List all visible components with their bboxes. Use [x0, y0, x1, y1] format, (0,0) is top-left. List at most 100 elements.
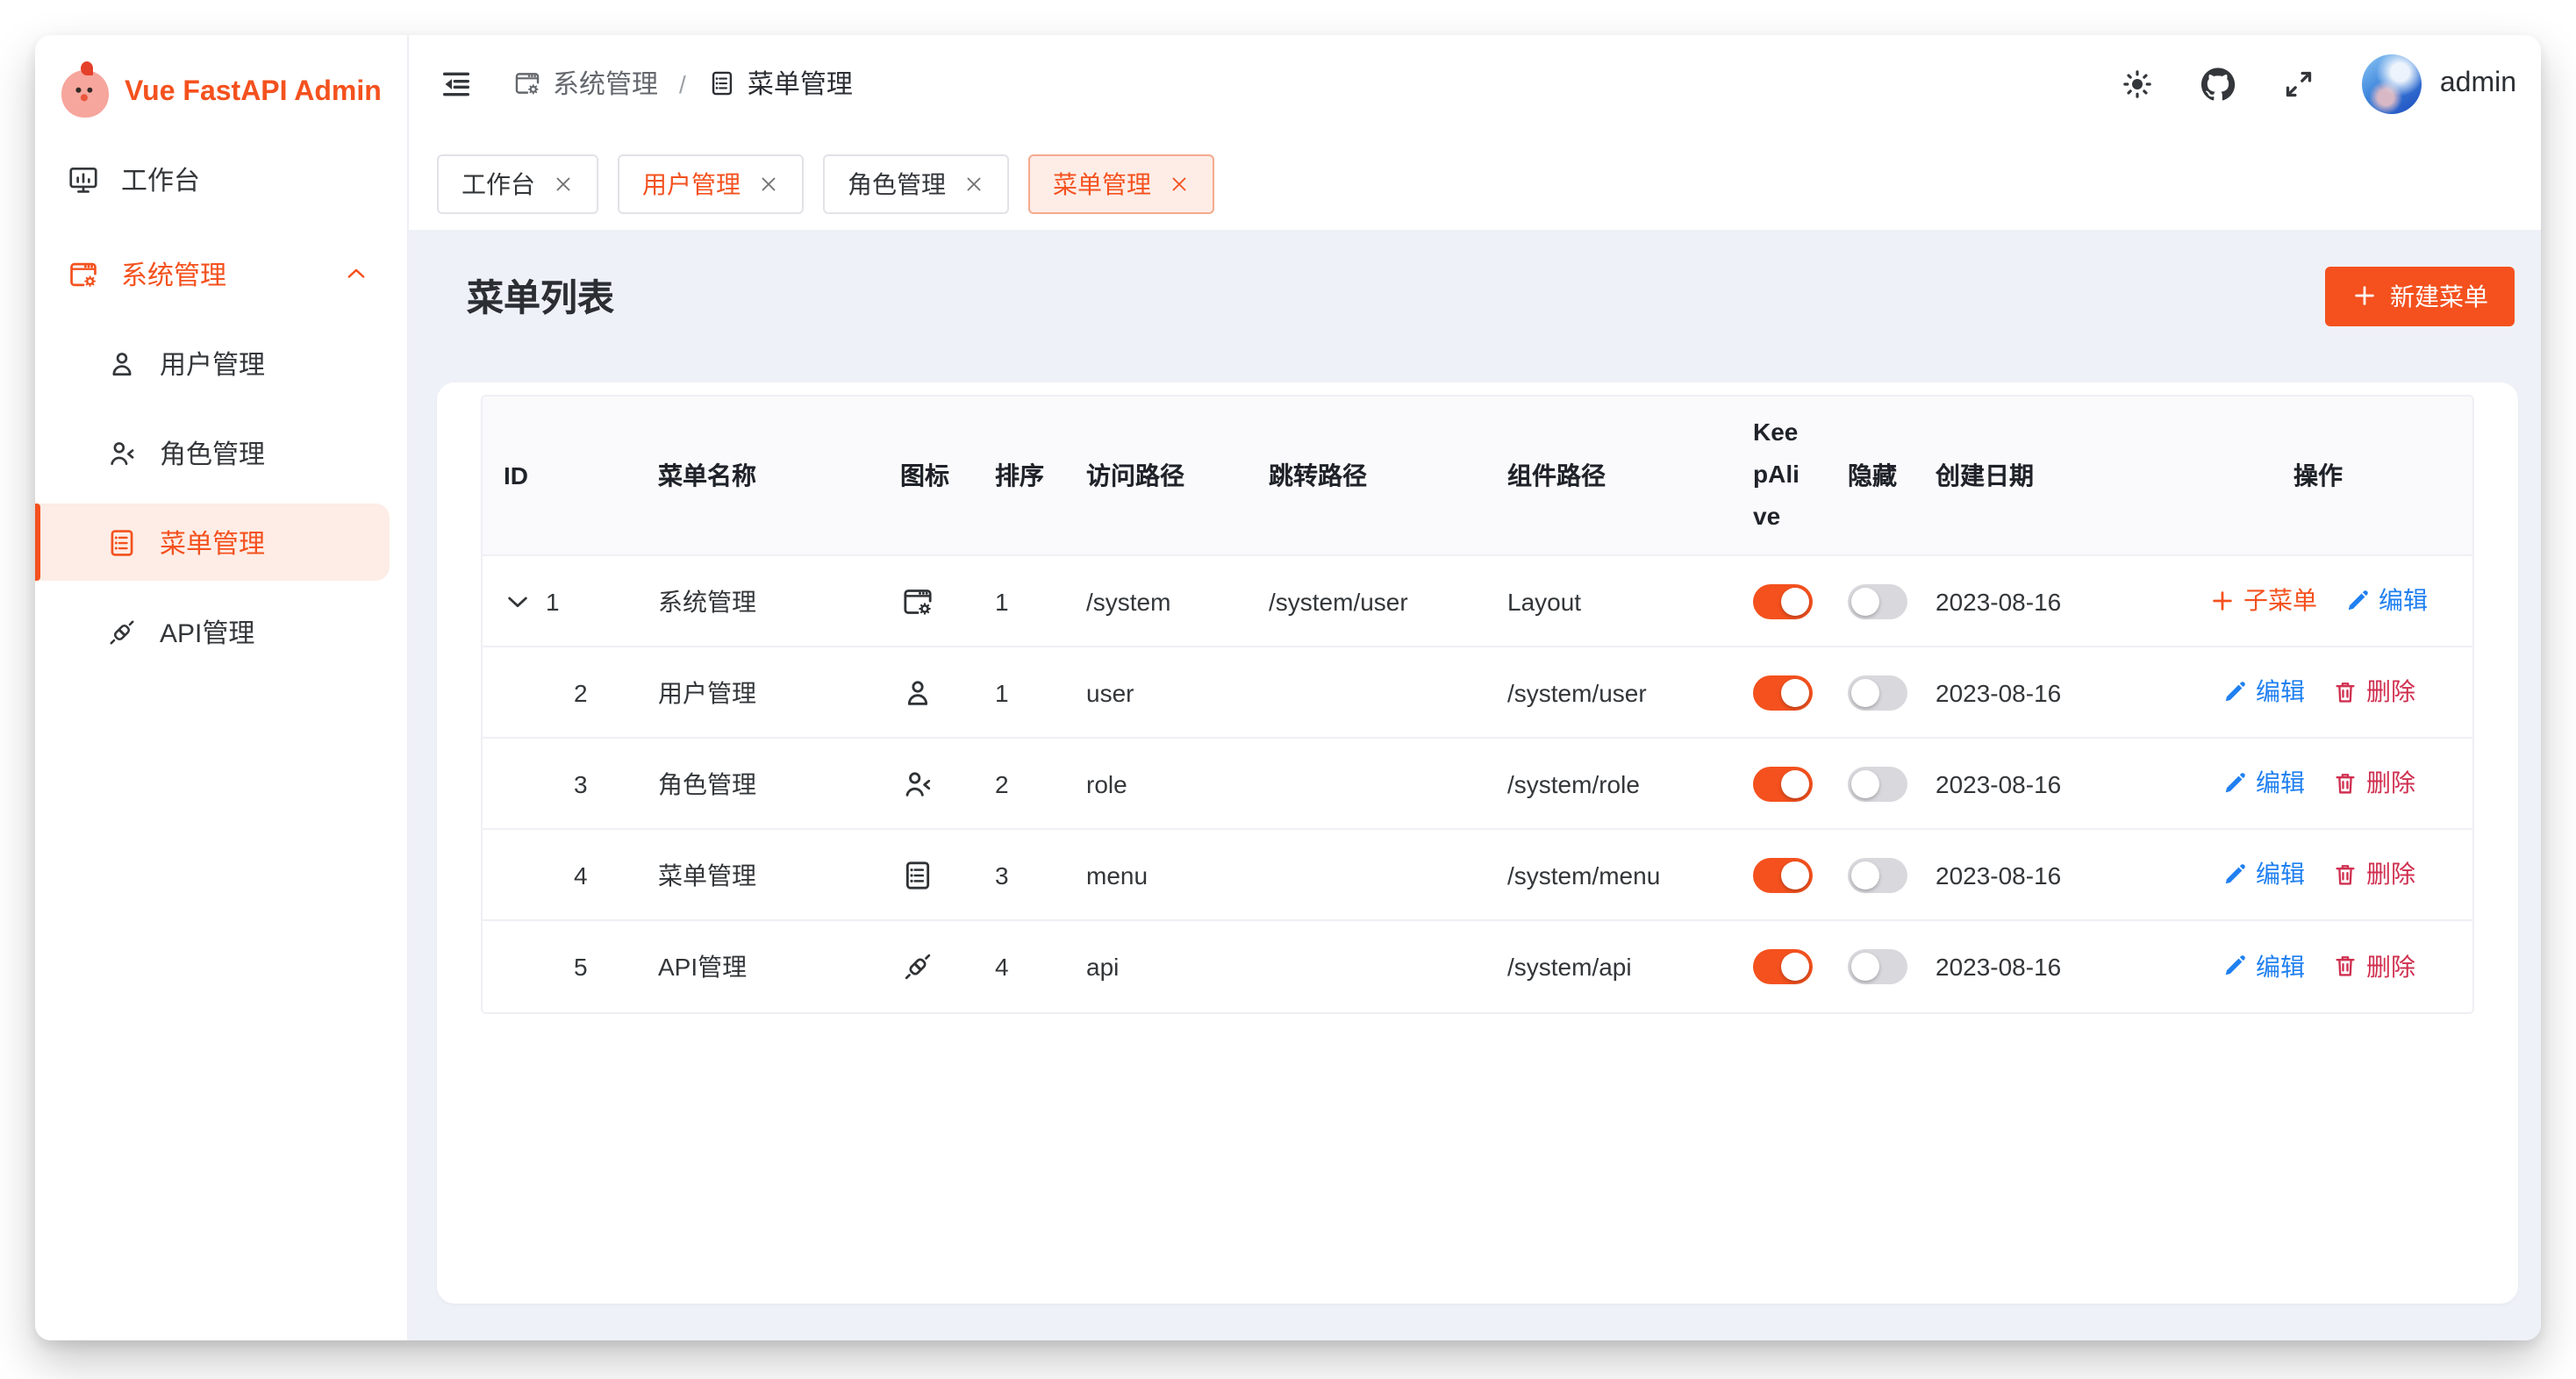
keepalive-toggle[interactable] [1753, 766, 1813, 801]
cell-order: 2 [974, 739, 1065, 830]
keepalive-toggle[interactable] [1753, 583, 1813, 618]
app-window: Vue FastAPI Admin 工作台 系统管理 用户管理 角色管理 [35, 35, 2541, 1340]
collapse-row-icon[interactable] [504, 587, 532, 615]
cell-redirect: /system/user [1248, 556, 1486, 647]
pencil-icon [2221, 679, 2247, 705]
hidden-toggle[interactable] [1848, 675, 1907, 710]
sidebar-item-system[interactable]: 系统管理 [35, 235, 390, 312]
col-order: 排序 [974, 397, 1065, 556]
col-redirect: 跳转路径 [1248, 397, 1486, 556]
close-icon[interactable] [553, 174, 574, 195]
cell-component: Layout [1486, 556, 1732, 647]
cell-name: 用户管理 [637, 647, 879, 739]
sidebar-menu: 工作台 系统管理 用户管理 角色管理 菜单管理 API [35, 133, 407, 682]
sidebar-item-label: 用户管理 [160, 345, 265, 382]
cell-id: 4 [574, 861, 588, 889]
hidden-toggle[interactable] [1848, 766, 1907, 801]
close-icon[interactable] [1169, 174, 1190, 195]
tab-menus[interactable]: 菜单管理 [1028, 154, 1214, 214]
edit-label: 编辑 [2379, 583, 2428, 618]
col-name: 菜单名称 [637, 397, 879, 556]
menu-icon [707, 68, 737, 98]
user-icon [900, 675, 935, 710]
hidden-toggle[interactable] [1848, 857, 1907, 892]
theme-sun-icon[interactable] [2121, 66, 2156, 101]
edit-button[interactable]: 编辑 [2221, 766, 2305, 801]
hidden-toggle[interactable] [1848, 949, 1907, 984]
col-path: 访问路径 [1065, 397, 1248, 556]
system-icon [512, 68, 542, 98]
chevron-up-icon [344, 261, 369, 286]
tab-workbench[interactable]: 工作台 [437, 154, 598, 214]
delete-label: 删除 [2366, 949, 2415, 984]
pencil-icon [2343, 588, 2370, 614]
delete-button[interactable]: 删除 [2331, 857, 2415, 892]
sidebar-item-menus[interactable]: 菜单管理 [35, 504, 390, 581]
menu-table: ID 菜单名称 图标 排序 访问路径 跳转路径 组件路径 KeepAlive 隐… [483, 397, 2474, 1012]
edit-label: 编辑 [2256, 766, 2305, 801]
tab-bar: 工作台 用户管理 角色管理 菜单管理 [409, 132, 2541, 230]
hidden-toggle[interactable] [1848, 583, 1907, 618]
user-icon [105, 347, 139, 380]
sidebar-item-roles[interactable]: 角色管理 [35, 414, 390, 491]
table-row: 4 菜单管理 3 menu /system/menu 2023-08-16 [483, 830, 2474, 921]
keepalive-toggle[interactable] [1753, 675, 1813, 710]
close-icon[interactable] [758, 174, 779, 195]
sidebar-item-api[interactable]: API管理 [35, 593, 390, 670]
trash-icon [2331, 861, 2358, 888]
sidebar-item-users[interactable]: 用户管理 [35, 325, 390, 402]
pencil-icon [2221, 954, 2247, 980]
edit-label: 编辑 [2256, 857, 2305, 892]
sidebar-item-workbench[interactable]: 工作台 [35, 140, 390, 218]
topbar-right: admin [2121, 54, 2516, 113]
col-icon: 图标 [879, 397, 974, 556]
sidebar-item-label: 角色管理 [160, 434, 265, 471]
sidebar-item-label: 系统管理 [121, 255, 226, 292]
close-icon[interactable] [963, 174, 984, 195]
tab-users[interactable]: 用户管理 [618, 154, 804, 214]
breadcrumb-system[interactable]: 系统管理 [512, 65, 658, 102]
add-submenu-button[interactable]: 子菜单 [2208, 583, 2317, 618]
keepalive-toggle[interactable] [1753, 857, 1813, 892]
delete-button[interactable]: 删除 [2331, 675, 2415, 710]
app-logo[interactable]: Vue FastAPI Admin [35, 35, 407, 133]
edit-button[interactable]: 编辑 [2221, 857, 2305, 892]
col-created: 创建日期 [1914, 397, 2155, 556]
breadcrumb-label: 菜单管理 [748, 65, 853, 102]
collapse-sidebar-icon[interactable] [439, 66, 474, 101]
cell-id: 1 [546, 587, 560, 615]
keepalive-toggle[interactable] [1753, 949, 1813, 984]
breadcrumb: 系统管理 / 菜单管理 [512, 65, 853, 102]
sidebar-item-label: 工作台 [121, 161, 200, 197]
tab-label: 用户管理 [642, 167, 741, 202]
breadcrumb-menus[interactable]: 菜单管理 [707, 65, 853, 102]
table-row: 1 系统管理 1 /system /system/user Layout 202… [483, 556, 2474, 647]
edit-label: 编辑 [2256, 949, 2305, 984]
github-icon[interactable] [2201, 66, 2236, 101]
cell-component: /system/menu [1486, 830, 1732, 921]
menu-icon [105, 525, 139, 559]
plus-icon [2351, 282, 2378, 309]
cell-component: /system/api [1486, 921, 1732, 1012]
fullscreen-icon[interactable] [2282, 66, 2317, 101]
cell-redirect [1248, 647, 1486, 739]
tab-roles[interactable]: 角色管理 [823, 154, 1009, 214]
cell-name: 系统管理 [637, 556, 879, 647]
delete-label: 删除 [2366, 766, 2415, 801]
cell-id: 3 [574, 769, 588, 797]
trash-icon [2331, 954, 2358, 980]
cell-component: /system/user [1486, 647, 1732, 739]
edit-button[interactable]: 编辑 [2343, 583, 2428, 618]
delete-button[interactable]: 删除 [2331, 766, 2415, 801]
new-menu-button[interactable]: 新建菜单 [2325, 266, 2515, 325]
cell-id: 5 [574, 953, 588, 981]
col-component: 组件路径 [1486, 397, 1732, 556]
edit-button[interactable]: 编辑 [2221, 675, 2305, 710]
edit-button[interactable]: 编辑 [2221, 949, 2305, 984]
cell-created: 2023-08-16 [1914, 556, 2155, 647]
delete-label: 删除 [2366, 675, 2415, 710]
delete-button[interactable]: 删除 [2331, 949, 2415, 984]
user-menu[interactable]: admin [2363, 54, 2516, 113]
api-icon [105, 615, 139, 648]
tab-label: 菜单管理 [1053, 167, 1151, 202]
